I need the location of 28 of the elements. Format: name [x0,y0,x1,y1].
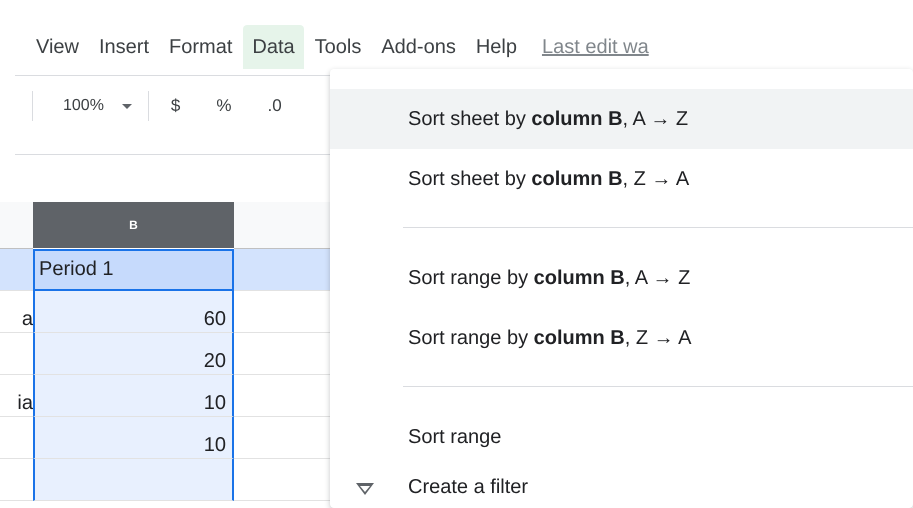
table-cell: 10 [33,417,234,459]
table-cell: Period 1 [33,249,234,291]
format-button[interactable]: $ [162,92,188,120]
menu-option[interactable]: Sort sheet by column B, Z → A [330,149,913,209]
last-edit-link[interactable]: Last edit wa [542,36,649,58]
menu-item[interactable]: Tools [306,25,370,69]
menu-item[interactable]: Format [160,25,242,69]
menu-option[interactable]: Sort sheet by column B, A → Z [330,89,913,149]
menu-option[interactable]: Sort range by column B, A → Z [330,248,913,308]
table-cell: 60 [33,291,234,333]
format-button[interactable]: .0 [260,92,290,120]
menu-option[interactable]: Sort range [330,407,913,467]
table-cell [0,249,33,291]
menu-option[interactable]: Create a filter [330,467,913,507]
menu-item[interactable]: Insert [90,25,158,69]
filter-icon [356,483,374,495]
menu-item[interactable]: Add-ons [372,25,465,69]
menu-item[interactable]: Help [466,25,526,69]
menu-item[interactable]: Data [243,25,304,69]
zoom-dropdown[interactable]: 100% [33,93,148,119]
table-cell: 20 [33,333,234,375]
format-button[interactable]: % [208,92,240,120]
menu-item[interactable]: View [27,25,88,69]
column-header[interactable] [0,202,33,249]
table-cell: 10 [33,375,234,417]
caret-icon [122,104,132,108]
menu-option[interactable]: Sort range by column B, Z → A [330,308,913,368]
column-header[interactable]: B [33,202,234,248]
